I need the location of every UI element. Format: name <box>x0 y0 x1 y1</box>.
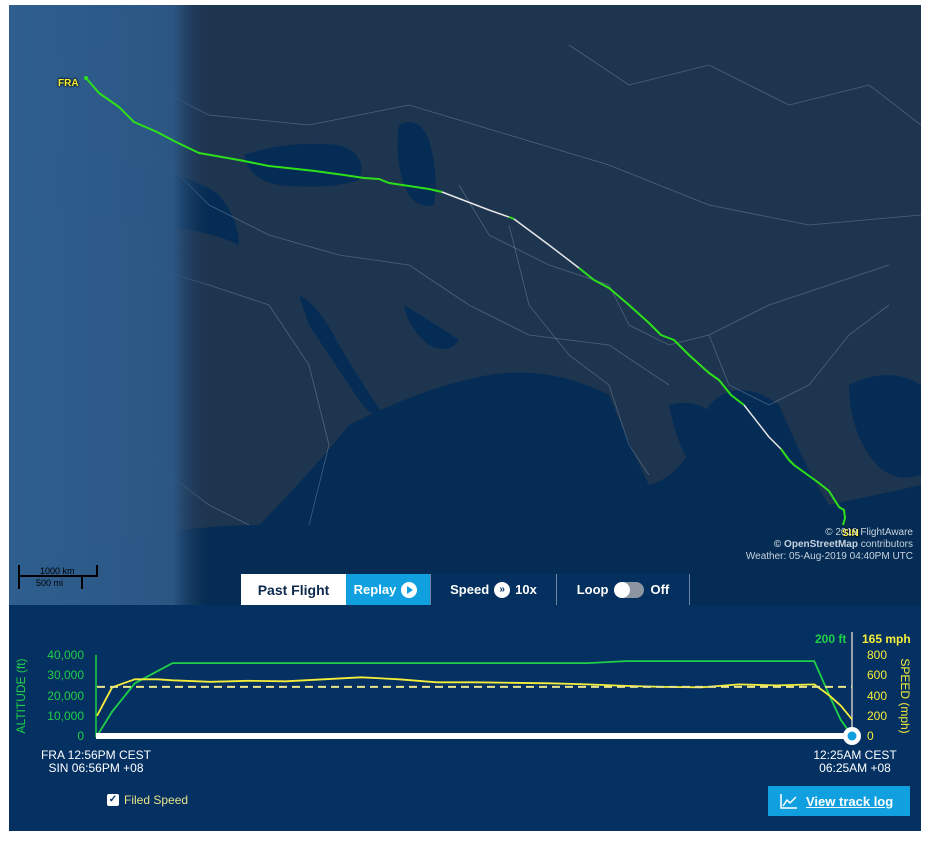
loop-state: Off <box>650 582 670 597</box>
loop-toggle[interactable]: Loop Off <box>556 574 690 605</box>
filed-speed-checkbox[interactable]: ✓ Filed Speed <box>107 793 188 807</box>
speed-tick: 200 <box>867 709 888 723</box>
osm-link[interactable]: © OpenStreetMap <box>774 539 858 550</box>
timeline-scrubber-track[interactable] <box>96 733 852 739</box>
map-attribution: © 2019 FlightAware © OpenStreetMap contr… <box>746 527 913 563</box>
altitude-tick: 30,000 <box>47 668 84 682</box>
speed-tick: 800 <box>867 648 888 662</box>
speed-line <box>96 676 853 720</box>
altitude-tick: 20,000 <box>47 689 84 703</box>
altitude-tick: 40,000 <box>47 648 84 662</box>
weather-timestamp: Weather: 05-Aug-2019 04:40PM UTC <box>745 551 913 562</box>
altitude-line <box>96 660 853 737</box>
altitude-tick: 10,000 <box>47 709 84 723</box>
playback-toolbar: Past Flight Replay Speed » 10x Loop Off <box>241 574 690 605</box>
replay-button[interactable]: Replay <box>346 574 430 605</box>
toggle-switch-icon[interactable] <box>614 581 645 598</box>
map-canvas[interactable] <box>9 5 921 605</box>
copyright-flightaware: © 2019 FlightAware <box>825 527 913 538</box>
filed-speed-label: Filed Speed <box>124 793 189 807</box>
fast-forward-icon: » <box>494 581 511 598</box>
altitude-axis-title: ALTITUDE (ft) <box>14 658 28 734</box>
past-flight-tab[interactable]: Past Flight <box>241 574 346 605</box>
departure-time: FRA 12:56PM CEST SIN 06:56PM +08 <box>36 749 156 775</box>
current-altitude-readout: 200 ft <box>815 632 847 646</box>
map-scale-bar: 1000 km 500 mi <box>18 565 102 593</box>
origin-marker <box>84 76 88 80</box>
speed-tick: 400 <box>867 689 888 703</box>
copyright-osm: © OpenStreetMap contributors <box>746 539 913 551</box>
speed-axis-title: SPEED (mph) <box>898 658 912 734</box>
speed-tick: 600 <box>867 668 888 682</box>
scale-km-label: 1000 km <box>40 566 75 576</box>
speed-button[interactable]: Speed » 10x <box>430 574 556 605</box>
view-track-log-label: View track log <box>806 793 894 809</box>
speed-tick: 0 <box>867 729 874 743</box>
line-chart-icon <box>780 794 797 809</box>
departure-time-dest: SIN 06:56PM +08 <box>48 761 144 775</box>
flight-map[interactable]: FRA SIN © 2019 FlightAware © OpenStreetM… <box>9 5 921 605</box>
arrival-time-local: 06:25AM +08 <box>819 761 891 775</box>
daylight-overlay <box>9 5 921 605</box>
speed-label: Speed <box>450 582 490 597</box>
osm-contributors: contributors <box>857 539 913 550</box>
arrival-time: 12:25AM CEST 06:25AM +08 <box>805 749 905 775</box>
past-flight-label: Past Flight <box>257 581 330 598</box>
scrubber-handle-dot <box>847 731 857 741</box>
loop-label: Loop <box>576 582 609 597</box>
view-track-log-button[interactable]: View track log <box>768 786 910 816</box>
replay-label: Replay <box>353 582 397 597</box>
scale-mi-label: 500 mi <box>36 578 64 588</box>
altitude-tick: 0 <box>77 729 84 743</box>
current-speed-readout: 165 mph <box>862 632 911 646</box>
play-icon <box>401 581 418 598</box>
origin-airport-label[interactable]: FRA <box>58 78 79 89</box>
checkmark-icon[interactable]: ✓ <box>107 794 119 806</box>
speed-value: 10x <box>515 582 537 597</box>
